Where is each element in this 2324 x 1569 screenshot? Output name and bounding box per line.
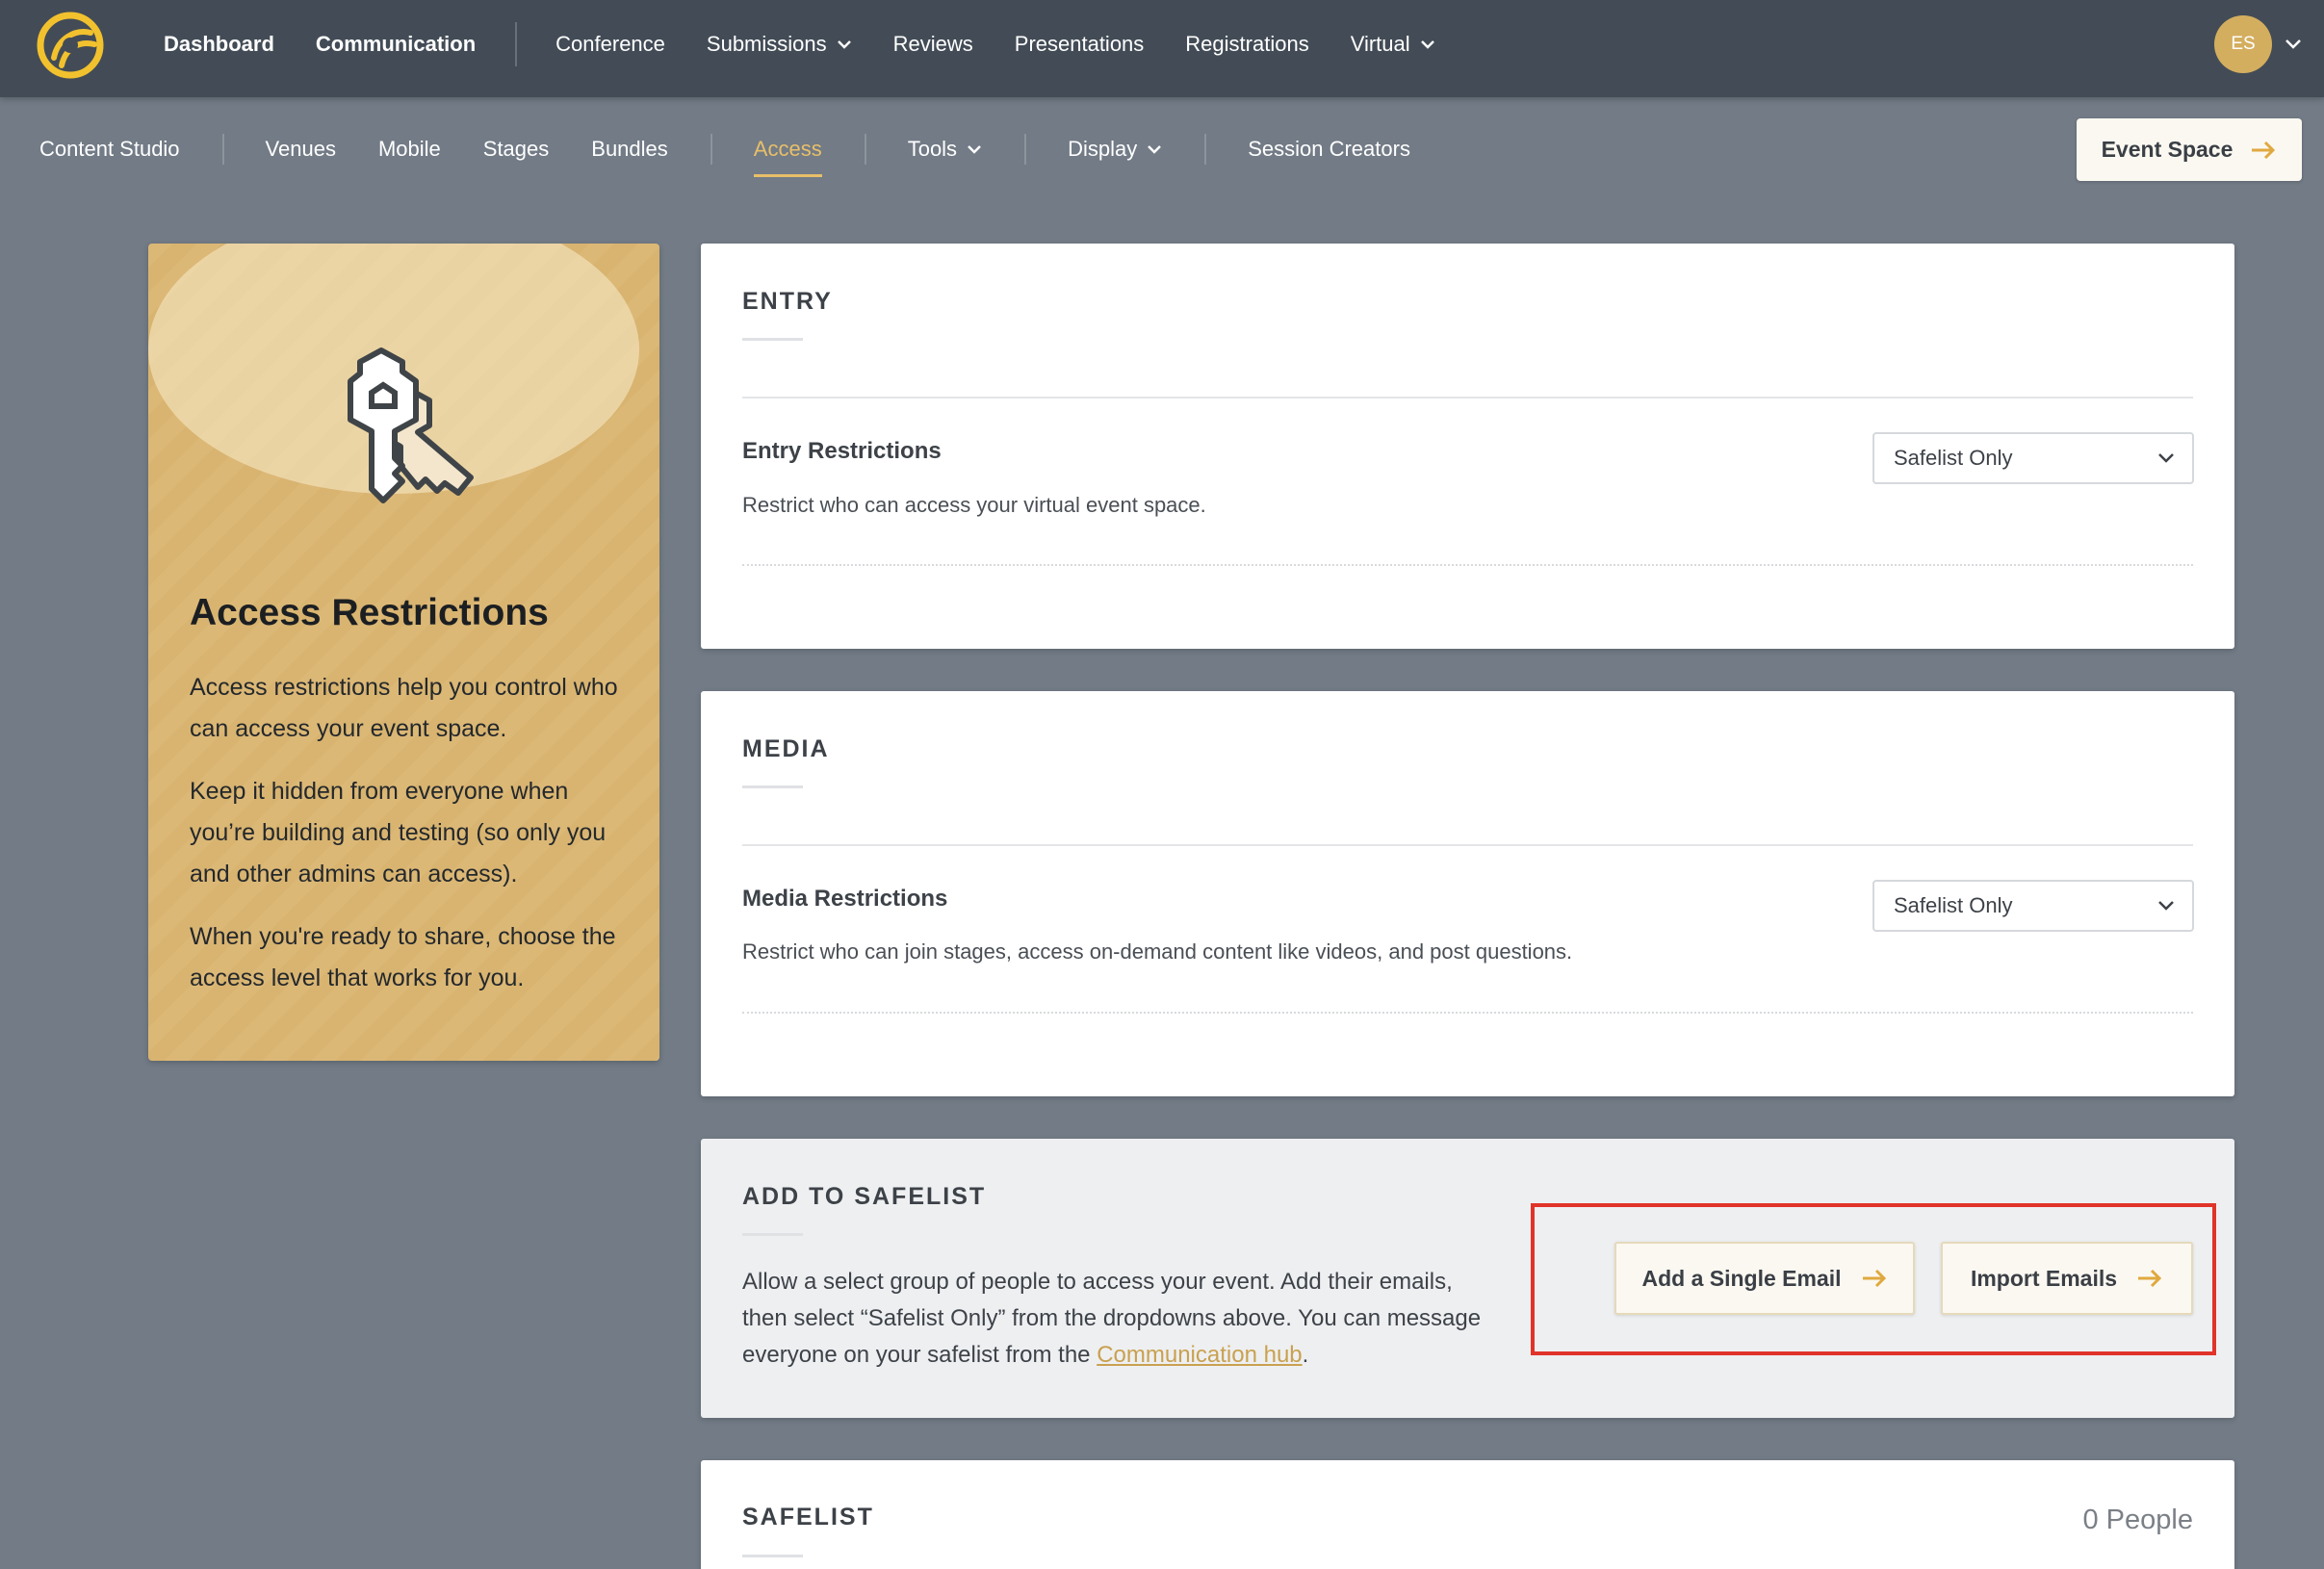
safelist-heading: SAFELIST xyxy=(742,1504,874,1530)
card-title: Access Restrictions xyxy=(190,592,549,633)
chevron-down-icon xyxy=(1148,145,1162,154)
import-emails-label: Import Emails xyxy=(1970,1265,2118,1291)
communication-hub-link[interactable]: Communication hub xyxy=(1097,1342,1302,1368)
media-selected-value: Safelist Only xyxy=(1894,893,2013,917)
heading-underline xyxy=(742,1233,803,1236)
divider xyxy=(742,397,2193,399)
subnav-access[interactable]: Access xyxy=(753,137,822,177)
media-restrictions-description: Restrict who can join stages, access on-… xyxy=(742,939,1573,964)
add-single-email-label: Add a Single Email xyxy=(1641,1265,1842,1291)
subnav-session-creators[interactable]: Session Creators xyxy=(1248,137,1410,162)
sub-navigation: Content Studio Venues Mobile Stages Bund… xyxy=(39,127,1453,177)
entry-panel: ENTRY Entry Restrictions Restrict who ca… xyxy=(701,244,2234,649)
subnav-tools-label: Tools xyxy=(907,137,958,161)
subnav-mobile[interactable]: Mobile xyxy=(378,137,441,162)
subnav-venues[interactable]: Venues xyxy=(266,137,336,162)
media-panel: MEDIA Media Restrictions Restrict who ca… xyxy=(701,691,2234,1096)
media-heading: MEDIA xyxy=(742,735,830,762)
add-single-email-button[interactable]: Add a Single Email xyxy=(1614,1242,1915,1315)
nav-virtual[interactable]: Virtual xyxy=(1351,32,1435,57)
top-navigation-bar: Dashboard Communication Conference Submi… xyxy=(0,0,2324,97)
dotted-divider xyxy=(742,564,2193,566)
entry-restrictions-description: Restrict who can access your virtual eve… xyxy=(742,493,1206,517)
keys-icon xyxy=(348,347,474,503)
main-nav: Dashboard Communication Conference Submi… xyxy=(164,0,1477,89)
entry-restrictions-label: Entry Restrictions xyxy=(742,438,942,464)
arrow-right-icon xyxy=(2252,141,2276,159)
nav-reviews[interactable]: Reviews xyxy=(893,32,973,57)
nav-communication[interactable]: Communication xyxy=(316,32,476,57)
media-restrictions-label: Media Restrictions xyxy=(742,886,948,912)
heading-underline xyxy=(742,785,803,788)
nav-submissions-label: Submissions xyxy=(706,32,827,56)
safelist-people-count: 0 People xyxy=(2082,1505,2194,1535)
media-restrictions-select[interactable]: Safelist Only xyxy=(1872,880,2194,932)
add-safelist-heading: ADD TO SAFELIST xyxy=(742,1183,987,1210)
subnav-stages[interactable]: Stages xyxy=(483,137,550,162)
heading-underline xyxy=(742,338,803,341)
nav-divider xyxy=(515,22,518,66)
chevron-down-icon xyxy=(837,40,851,49)
subnav-display[interactable]: Display xyxy=(1068,137,1162,162)
nav-conference[interactable]: Conference xyxy=(555,32,665,57)
dotted-divider xyxy=(742,1012,2193,1014)
nav-registrations[interactable]: Registrations xyxy=(1185,32,1308,57)
add-safelist-text-end: . xyxy=(1302,1342,1309,1368)
nav-submissions[interactable]: Submissions xyxy=(707,32,852,57)
subnav-content-studio[interactable]: Content Studio xyxy=(39,137,180,162)
subnav-divider xyxy=(710,134,712,165)
import-emails-button[interactable]: Import Emails xyxy=(1941,1242,2193,1315)
add-safelist-description: Allow a select group of people to access… xyxy=(742,1264,1493,1374)
card-paragraph: When you're ready to share, choose the a… xyxy=(190,923,616,991)
chevron-down-icon[interactable] xyxy=(2285,39,2302,50)
arrow-right-icon xyxy=(2138,1269,2162,1288)
safelist-panel: SAFELIST 0 People xyxy=(701,1460,2234,1569)
card-paragraph: Access restrictions help you control who… xyxy=(190,674,618,742)
subnav-divider xyxy=(864,134,866,165)
chevron-down-icon xyxy=(1420,40,1434,49)
app-logo-icon[interactable] xyxy=(37,12,104,79)
user-avatar[interactable]: ES xyxy=(2214,15,2272,73)
event-space-button[interactable]: Event Space xyxy=(2077,118,2302,181)
event-space-label: Event Space xyxy=(2101,137,2234,162)
chevron-down-icon xyxy=(968,145,981,154)
card-paragraph: Keep it hidden from everyone when you’re… xyxy=(190,778,607,887)
arrow-right-icon xyxy=(1862,1269,1886,1288)
entry-restrictions-select[interactable]: Safelist Only xyxy=(1872,432,2194,484)
chevron-down-icon xyxy=(2158,901,2174,911)
entry-selected-value: Safelist Only xyxy=(1894,446,2013,470)
nav-virtual-label: Virtual xyxy=(1350,32,1410,56)
heading-underline xyxy=(742,1555,803,1557)
nav-dashboard[interactable]: Dashboard xyxy=(164,32,274,57)
subnav-divider xyxy=(221,134,224,165)
subnav-display-label: Display xyxy=(1068,137,1138,161)
subnav-bundles[interactable]: Bundles xyxy=(591,137,668,162)
entry-heading: ENTRY xyxy=(742,288,833,315)
nav-presentations[interactable]: Presentations xyxy=(1015,32,1145,57)
subnav-divider xyxy=(1024,134,1027,165)
access-restrictions-card: Access Restrictions Access restrictions … xyxy=(148,244,659,1061)
subnav-divider xyxy=(1204,134,1207,165)
subnav-tools[interactable]: Tools xyxy=(908,137,982,162)
chevron-down-icon xyxy=(2158,453,2174,463)
divider xyxy=(742,844,2193,846)
